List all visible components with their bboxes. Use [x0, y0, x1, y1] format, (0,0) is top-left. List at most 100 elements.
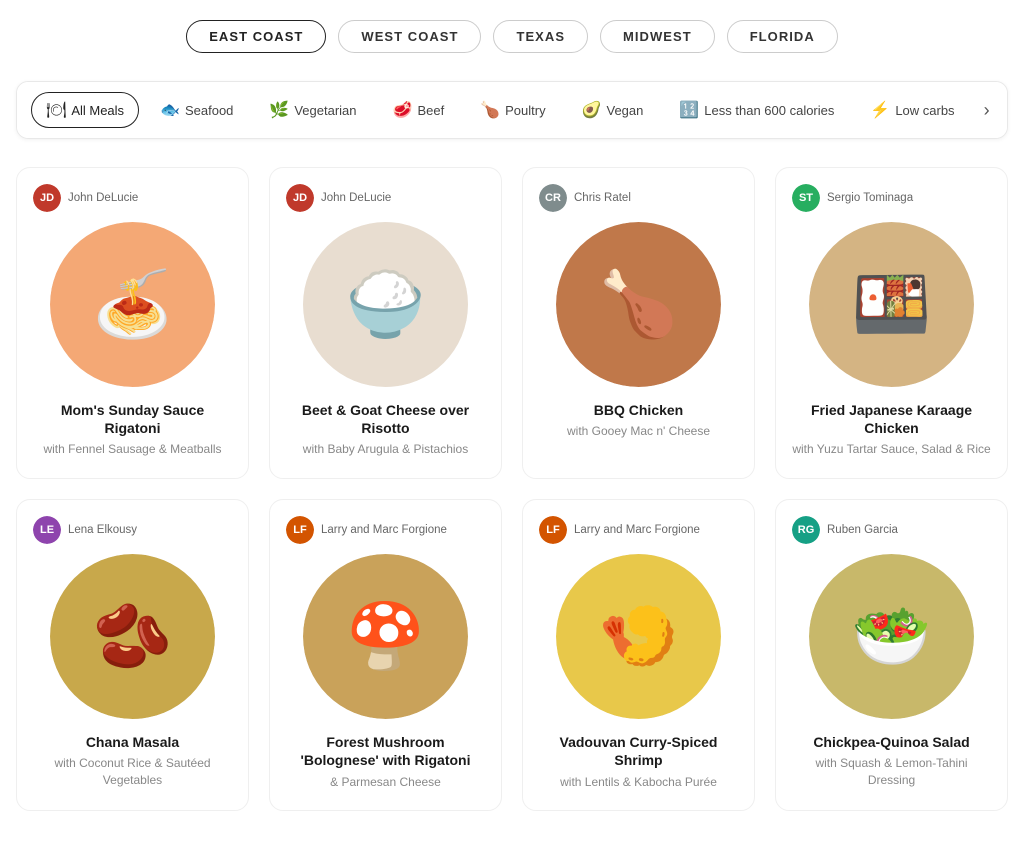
region-tab-texas[interactable]: TEXAS — [493, 20, 588, 53]
meal-title: Mom's Sunday Sauce Rigatoni — [33, 401, 232, 437]
meal-image: 🥗 — [809, 554, 974, 719]
category-label: All Meals — [71, 103, 124, 118]
meal-subtitle: with Lentils & Kabocha Purée — [560, 774, 717, 791]
chef-avatar-circle: CR — [539, 184, 567, 212]
category-item-low-cal[interactable]: 🔢 Less than 600 calories — [664, 92, 849, 128]
chef-name: Chris Ratel — [574, 192, 631, 204]
meal-card[interactable]: LF Larry and Marc Forgione 🍄 Forest Mushroo… — [269, 499, 502, 811]
chef-info: RG Ruben Garcia — [792, 516, 898, 544]
meal-subtitle: with Coconut Rice & Sautéed Vegetables — [33, 755, 232, 789]
food-plate: 🍤 — [556, 554, 721, 719]
category-scroll-right-button[interactable]: › — [976, 96, 998, 125]
chef-avatar-circle: LE — [33, 516, 61, 544]
region-tab-midwest[interactable]: MIDWEST — [600, 20, 715, 53]
region-tab-florida[interactable]: FLORIDA — [727, 20, 838, 53]
meal-card[interactable]: ST Sergio Tominaga 🍱 Fried Japanese Karaage… — [775, 167, 1008, 479]
food-plate: 🍱 — [809, 222, 974, 387]
meal-subtitle: with Fennel Sausage & Meatballs — [43, 441, 221, 458]
region-tab-west-coast[interactable]: WEST COAST — [338, 20, 481, 53]
chef-info: JD John DeLucie — [33, 184, 138, 212]
meal-title: Chana Masala — [86, 733, 179, 751]
chef-info: ST Sergio Tominaga — [792, 184, 913, 212]
chef-name: Larry and Marc Forgione — [574, 524, 700, 536]
chef-avatar: JD — [286, 184, 314, 212]
chef-avatar-circle: ST — [792, 184, 820, 212]
meal-title: Forest Mushroom 'Bolognese' with Rigaton… — [286, 733, 485, 769]
chef-avatar-circle: JD — [33, 184, 61, 212]
meal-image: 🫘 — [50, 554, 215, 719]
category-label: Less than 600 calories — [704, 103, 834, 118]
all-meals-icon: 🍽 — [46, 100, 66, 120]
chef-info: CR Chris Ratel — [539, 184, 631, 212]
category-label: Vegetarian — [294, 103, 356, 118]
category-label: Vegan — [607, 103, 644, 118]
beef-icon: 🥩 — [393, 100, 413, 120]
chef-avatar-circle: LF — [539, 516, 567, 544]
chef-avatar-circle: RG — [792, 516, 820, 544]
food-plate: 🥗 — [809, 554, 974, 719]
meal-card[interactable]: LE Lena Elkousy 🫘 Chana Masala with Coconut … — [16, 499, 249, 811]
category-label: Seafood — [185, 103, 233, 118]
meal-subtitle: with Yuzu Tartar Sauce, Salad & Rice — [792, 441, 990, 458]
vegetarian-icon: 🌿 — [269, 100, 289, 120]
chef-info: LE Lena Elkousy — [33, 516, 137, 544]
chef-avatar: CR — [539, 184, 567, 212]
meal-subtitle: & Parmesan Cheese — [330, 774, 441, 791]
meal-title: Vadouvan Curry-Spiced Shrimp — [539, 733, 738, 769]
meal-title: Chickpea-Quinoa Salad — [813, 733, 969, 751]
category-item-seafood[interactable]: 🐟 Seafood — [145, 92, 248, 128]
chef-name: John DeLucie — [68, 192, 138, 204]
chef-avatar: RG — [792, 516, 820, 544]
vegan-icon: 🥑 — [582, 100, 602, 120]
meal-subtitle: with Baby Arugula & Pistachios — [303, 441, 468, 458]
food-plate: 🫘 — [50, 554, 215, 719]
meal-card[interactable]: JD John DeLucie 🍝 Mom's Sunday Sauce Rigato… — [16, 167, 249, 479]
seafood-icon: 🐟 — [160, 100, 180, 120]
chef-name: Larry and Marc Forgione — [321, 524, 447, 536]
category-label: Beef — [417, 103, 444, 118]
food-plate: 🍗 — [556, 222, 721, 387]
category-item-vegan[interactable]: 🥑 Vegan — [567, 92, 659, 128]
category-bar: 🍽 All Meals 🐟 Seafood 🌿 Vegetarian 🥩 Beef 🍗Poult… — [16, 81, 1008, 139]
low-carbs-icon: ⚡ — [870, 100, 890, 120]
meal-title: Fried Japanese Karaage Chicken — [792, 401, 991, 437]
meal-image: 🍱 — [809, 222, 974, 387]
chef-name: John DeLucie — [321, 192, 391, 204]
chef-info: LF Larry and Marc Forgione — [286, 516, 447, 544]
category-item-poultry[interactable]: 🍗Poultry — [465, 92, 560, 128]
category-item-vegetarian[interactable]: 🌿 Vegetarian — [254, 92, 371, 128]
chef-name: Lena Elkousy — [68, 524, 137, 536]
meal-subtitle: with Squash & Lemon-Tahini Dressing — [792, 755, 991, 789]
food-plate: 🍄 — [303, 554, 468, 719]
food-plate: 🍚 — [303, 222, 468, 387]
chef-avatar: LF — [286, 516, 314, 544]
meal-image: 🍤 — [556, 554, 721, 719]
chef-avatar-circle: JD — [286, 184, 314, 212]
low-cal-icon: 🔢 — [679, 100, 699, 120]
chef-avatar-circle: LF — [286, 516, 314, 544]
category-item-low-carbs[interactable]: ⚡ Low carbs — [855, 92, 969, 128]
meal-card[interactable]: LF Larry and Marc Forgione 🍤 Vadouvan Curry… — [522, 499, 755, 811]
meal-card[interactable]: JDJohn DeLucie🍚Beet & Goat Cheese over R… — [269, 167, 502, 479]
category-item-beef[interactable]: 🥩 Beef — [378, 92, 460, 128]
meal-image: 🍗 — [556, 222, 721, 387]
chef-info: LF Larry and Marc Forgione — [539, 516, 700, 544]
chef-avatar: JD — [33, 184, 61, 212]
meal-title: BBQ Chicken — [594, 401, 683, 419]
food-plate: 🍝 — [50, 222, 215, 387]
chef-name: Sergio Tominaga — [827, 192, 913, 204]
category-label: Low carbs — [895, 103, 954, 118]
chef-info: JD John DeLucie — [286, 184, 391, 212]
meal-image: 🍝 — [50, 222, 215, 387]
meal-card[interactable]: CRChris Ratel🍗BBQ Chickenwith Gooey Mac … — [522, 167, 755, 479]
region-tab-east-coast[interactable]: EAST COAST — [186, 20, 326, 53]
chef-avatar: ST — [792, 184, 820, 212]
meal-grid: JD John DeLucie 🍝 Mom's Sunday Sauce Rigato… — [16, 167, 1008, 811]
meal-image: 🍄 — [303, 554, 468, 719]
category-item-all-meals[interactable]: 🍽 All Meals — [31, 92, 139, 128]
meal-card[interactable]: RG Ruben Garcia 🥗 Chickpea-Quinoa Salad with… — [775, 499, 1008, 811]
chef-avatar: LE — [33, 516, 61, 544]
meal-image: 🍚 — [303, 222, 468, 387]
chef-name: Ruben Garcia — [827, 524, 898, 536]
category-label: Poultry — [505, 103, 545, 118]
